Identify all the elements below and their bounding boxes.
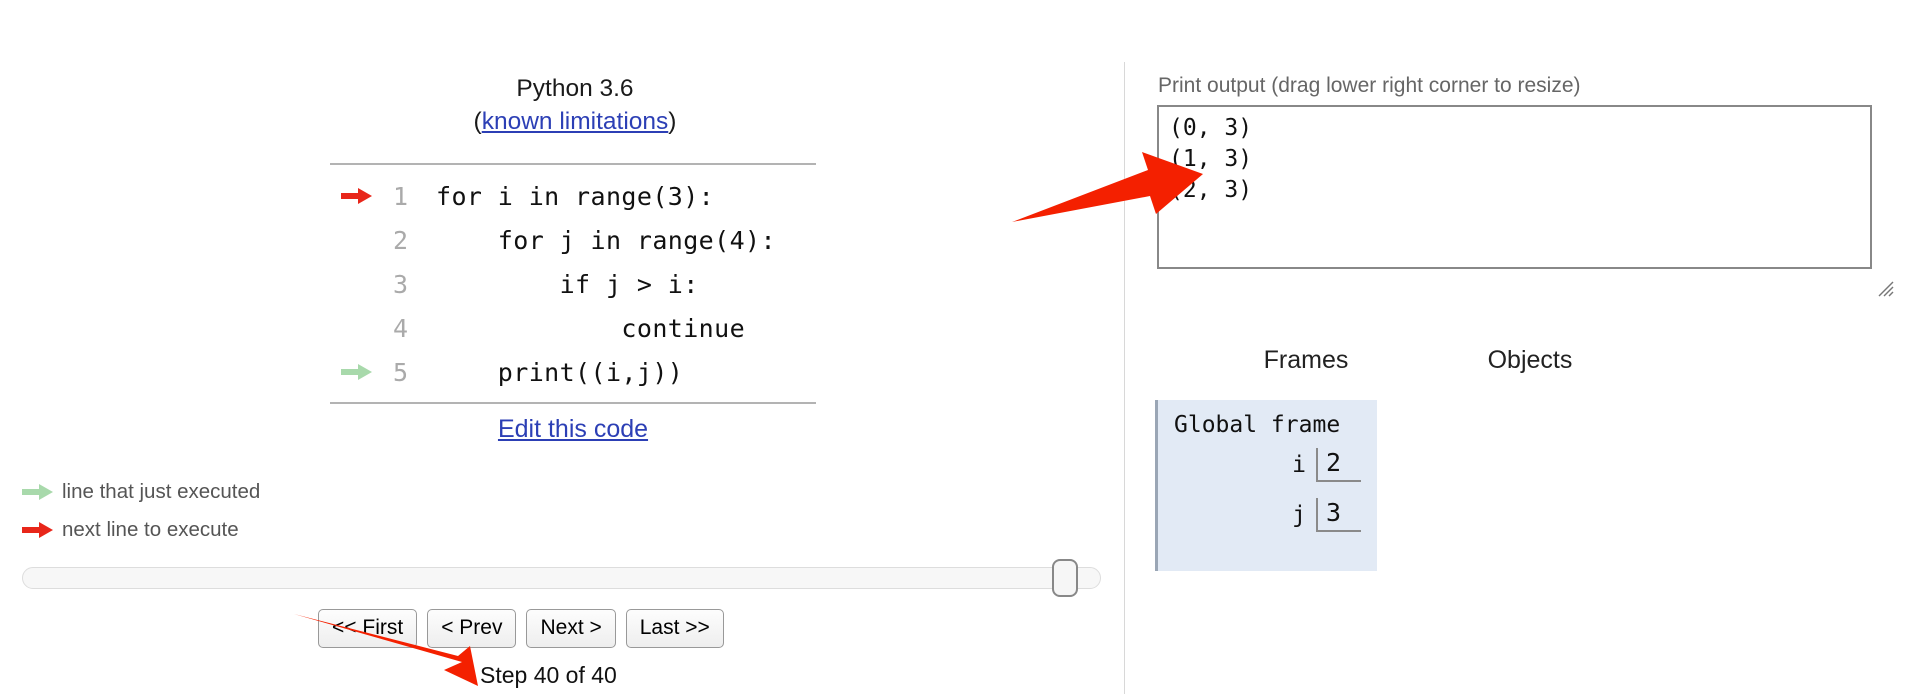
code-line-text: for i in range(3): [436, 181, 715, 211]
python-version-title: Python 3.6 [516, 75, 634, 102]
next-button[interactable]: Next > [526, 609, 616, 649]
global-frame-box: Global frame i 2 j 3 [1155, 400, 1377, 571]
edit-this-code-link[interactable]: Edit this code [330, 415, 816, 444]
legend-label: line that just executed [62, 480, 261, 503]
code-line-5: 5 print((i,j)) [330, 350, 816, 394]
step-counter-label: Step 40 of 40 [480, 662, 617, 688]
first-button[interactable]: << First [318, 609, 418, 649]
code-line-3: 3 if j > i: [330, 262, 816, 306]
step-navigation-buttons: << First < Prev Next > Last >> [318, 609, 724, 649]
code-line-text: if j > i: [436, 269, 699, 299]
executed-line-arrow-icon [22, 484, 62, 500]
known-limitations-line: (known limitations) [330, 105, 820, 138]
next-line-arrow-icon [22, 522, 62, 538]
open-paren: ( [473, 108, 482, 135]
resize-grip-icon[interactable] [1878, 281, 1894, 297]
code-line-4: 4 continue [330, 306, 816, 350]
pane-divider [1124, 62, 1125, 694]
line-number: 3 [392, 269, 408, 299]
legend-item-executed: line that just executed [22, 473, 260, 511]
print-output-textarea[interactable]: (0, 3) (1, 3) (2, 3) [1157, 105, 1872, 269]
frame-variable-row: i 2 [1174, 442, 1361, 488]
objects-heading: Objects [1487, 346, 1573, 374]
known-limitations-link[interactable]: known limitations [482, 108, 669, 135]
step-slider-track[interactable] [22, 567, 1101, 589]
frame-variable-value: 2 [1315, 448, 1361, 482]
next-line-arrow-icon [330, 188, 382, 204]
code-execution-pane: Python 3.6 (known limitations) 1 for i i… [0, 0, 1125, 694]
line-number: 4 [392, 313, 408, 343]
code-line-2: 2 for j in range(4): [330, 218, 816, 262]
arrow-legend: line that just executed next line to exe… [22, 473, 260, 549]
code-listing: 1 for i in range(3): 2 for j in range(4)… [330, 163, 816, 404]
line-number: 5 [392, 357, 408, 387]
legend-item-next: next line to execute [22, 511, 260, 549]
frame-variable-row: j 3 [1174, 492, 1361, 538]
code-line-text: print((i,j)) [436, 357, 684, 387]
frames-heading: Frames [1263, 346, 1349, 374]
step-slider-handle[interactable] [1052, 559, 1078, 597]
frame-variable-name: j [1292, 502, 1306, 528]
close-paren: ) [668, 108, 677, 135]
print-output-label: Print output (drag lower right corner to… [1158, 74, 1581, 97]
frame-variable-value: 3 [1315, 498, 1361, 532]
code-line-text: for j in range(4): [436, 225, 776, 255]
executed-line-arrow-icon [330, 364, 382, 380]
last-button[interactable]: Last >> [625, 609, 724, 649]
frame-variable-name: i [1292, 452, 1306, 478]
line-number: 2 [392, 225, 408, 255]
code-line-text: continue [436, 313, 746, 343]
python-version-header: Python 3.6 (known limitations) [330, 72, 820, 138]
code-line-1: 1 for i in range(3): [330, 174, 816, 218]
line-number: 1 [392, 181, 408, 211]
global-frame-title: Global frame [1174, 412, 1341, 438]
legend-label: next line to execute [62, 518, 239, 541]
prev-button[interactable]: < Prev [427, 609, 517, 649]
